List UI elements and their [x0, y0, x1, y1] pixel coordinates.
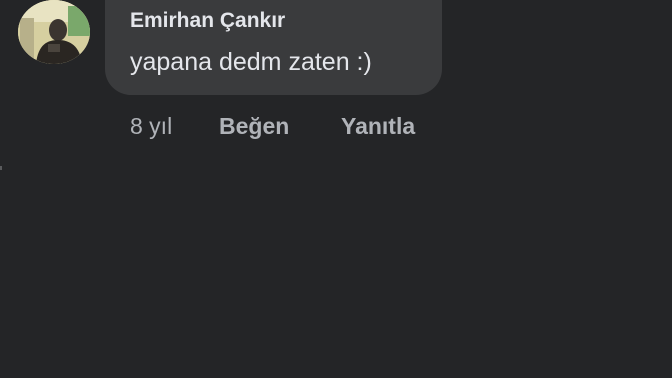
avatar[interactable]: [18, 0, 90, 64]
comment-text: yapana dedm zaten :): [130, 48, 372, 76]
comment-author-name[interactable]: Emirhan Çankır: [130, 6, 285, 36]
like-button[interactable]: Beğen: [219, 110, 289, 142]
profile-photo-icon: [18, 0, 90, 64]
comment-timestamp[interactable]: 8 yıl: [130, 110, 172, 142]
reply-button[interactable]: Yanıtla: [341, 110, 415, 142]
comment-thread: Emirhan Çankır yapana dedm zaten :) 8 yı…: [0, 0, 672, 378]
edge-marker: [0, 166, 2, 170]
